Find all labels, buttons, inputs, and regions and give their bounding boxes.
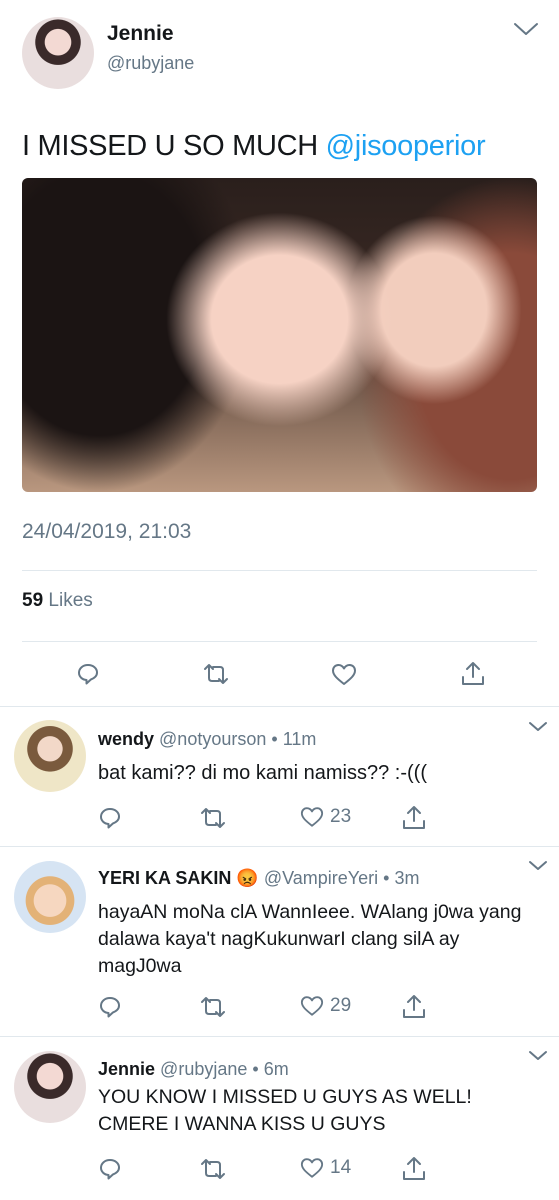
divider — [0, 706, 559, 707]
mention-link[interactable]: @jisooperior — [326, 130, 486, 162]
reply-time: • 6m — [252, 1059, 289, 1079]
retweet-icon[interactable] — [199, 1158, 227, 1180]
reply-header: YERI KA SAKIN 😡 @VampireYeri • 3m — [98, 868, 419, 889]
reply-avatar[interactable] — [14, 861, 86, 933]
reply-header: wendy @notyourson • 11m — [98, 729, 316, 750]
reply-icon[interactable] — [98, 1157, 122, 1181]
reply-avatar[interactable] — [14, 1051, 86, 1123]
author-name[interactable]: Jennie — [107, 22, 174, 46]
likes-count: 59 — [22, 590, 44, 611]
reply-handle[interactable]: @notyourson — [159, 729, 266, 749]
share-icon[interactable] — [401, 804, 427, 831]
heart-icon[interactable] — [331, 663, 357, 686]
heart-icon[interactable] — [300, 995, 324, 1017]
heart-icon[interactable] — [300, 1157, 324, 1179]
reply-text: bat kami?? di mo kami namiss?? :-((( — [98, 762, 427, 784]
reply-chevron-down-icon[interactable] — [528, 721, 548, 733]
reply-name[interactable]: wendy — [98, 729, 154, 749]
reply-time: • 11m — [271, 729, 317, 749]
retweet-icon[interactable] — [199, 807, 227, 829]
tweet-text: I MISSED U SO MUCH @jisooperior — [22, 130, 486, 163]
reply-like-count: 29 — [330, 995, 352, 1016]
tweet-photo[interactable] — [22, 178, 537, 492]
reply-chevron-down-icon[interactable] — [528, 860, 548, 872]
divider — [0, 846, 559, 847]
tweet-body: I MISSED U SO MUCH — [22, 130, 318, 162]
divider — [0, 1036, 559, 1037]
reply-like-count: 14 — [330, 1157, 352, 1178]
reply-time: • 3m — [383, 868, 420, 888]
reply-chevron-down-icon[interactable] — [528, 1050, 548, 1062]
share-icon[interactable] — [401, 993, 427, 1020]
retweet-icon[interactable] — [199, 996, 227, 1018]
divider — [22, 641, 537, 642]
likes-summary[interactable]: 59 Likes — [22, 590, 93, 612]
reply-text: YOU KNOW I MISSED U GUYS AS WELL! CMERE … — [98, 1086, 472, 1135]
reply-icon[interactable] — [76, 662, 100, 686]
chevron-down-icon[interactable] — [513, 21, 539, 37]
reply-name[interactable]: Jennie — [98, 1059, 155, 1079]
retweet-icon[interactable] — [202, 663, 230, 685]
divider — [22, 570, 537, 571]
share-icon[interactable] — [460, 660, 486, 687]
reply-text: hayaAN moNa clA WannIeee. WAlang j0wa ya… — [98, 901, 522, 977]
author-avatar[interactable] — [22, 17, 94, 89]
heart-icon[interactable] — [300, 806, 324, 828]
reply-handle[interactable]: @rubyjane — [160, 1059, 247, 1079]
tweet-timestamp: 24/04/2019, 21:03 — [22, 520, 192, 543]
angry-face-emoji: 😡 — [236, 868, 259, 888]
reply-handle[interactable]: @VampireYeri — [264, 868, 378, 888]
reply-like-count: 23 — [330, 806, 352, 827]
reply-header: Jennie @rubyjane • 6m — [98, 1059, 289, 1080]
likes-label: Likes — [48, 590, 93, 611]
reply-avatar[interactable] — [14, 720, 86, 792]
reply-icon[interactable] — [98, 995, 122, 1019]
share-icon[interactable] — [401, 1155, 427, 1182]
author-handle[interactable]: @rubyjane — [107, 53, 194, 74]
reply-icon[interactable] — [98, 806, 122, 830]
reply-name[interactable]: YERI KA SAKIN — [98, 868, 231, 888]
